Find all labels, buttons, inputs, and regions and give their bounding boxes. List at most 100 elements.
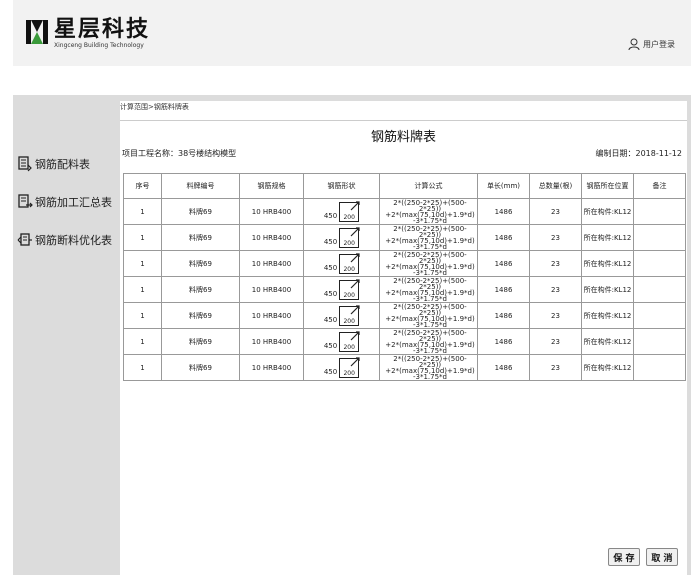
cell-note (633, 354, 686, 381)
cell-length: 1486 (477, 250, 530, 277)
formula-line: 2*((250-2*25)+(500-2*25)) (393, 328, 467, 343)
shape-length: 450 (323, 315, 338, 324)
cell-note (633, 250, 686, 277)
sidebar: 钢筋配料表 钢筋加工汇总表 钢筋断料优化表 (13, 145, 118, 259)
hook-bend-icon (350, 252, 360, 262)
formula-line: 2*((250-2*25)+(500-2*25)) (393, 302, 467, 317)
column-header: 钢筋所在位置 (581, 173, 634, 199)
hook-bend-icon (350, 226, 360, 236)
cell-tag: 料牌69 (161, 250, 240, 277)
formula-line: 2*((250-2*25)+(500-2*25)) (393, 354, 467, 369)
table-row: 1 料牌69 10 HRB400 450 200 2*((250-2*25)+(500-2… (123, 250, 686, 277)
cell-formula: 2*((250-2*25)+(500-2*25)) +2*(max(75,10d)… (379, 328, 478, 355)
shape-length: 450 (323, 367, 338, 376)
document-list-icon (18, 156, 32, 172)
formula-line: 2*((250-2*25)+(500-2*25)) (393, 198, 467, 213)
shape-length: 450 (323, 341, 338, 350)
cell-tag: 料牌69 (161, 224, 240, 251)
user-icon (628, 38, 640, 51)
cell-formula: 2*((250-2*25)+(500-2*25)) +2*(max(75,10d)… (379, 302, 478, 329)
cell-note (633, 276, 686, 303)
cell-length: 1486 (477, 224, 530, 251)
formula-line: 2*((250-2*25)+(500-2*25)) (393, 276, 467, 291)
cell-tag: 料牌69 (161, 198, 240, 225)
user-login-label: 用户登录 (643, 40, 675, 49)
cell-shape: 450 200 (303, 250, 380, 277)
sidebar-item-cutting-optimization[interactable]: 钢筋断料优化表 (13, 221, 118, 259)
shape-length: 450 (323, 263, 338, 272)
cell-formula: 2*((250-2*25)+(500-2*25)) +2*(max(75,10d)… (379, 224, 478, 251)
cell-formula: 2*((250-2*25)+(500-2*25)) +2*(max(75,10d)… (379, 250, 478, 277)
cell-spec: 10 HRB400 (239, 302, 304, 329)
cell-no: 1 (123, 198, 162, 225)
column-header: 单长(mm) (477, 173, 530, 199)
table-row: 1 料牌69 10 HRB400 450 200 2*((250-2*25)+(500-2… (123, 224, 686, 251)
brand-subtitle: Xingceng Building Technology (54, 42, 144, 49)
save-button[interactable]: 保 存 (608, 548, 640, 566)
table-row: 1 料牌69 10 HRB400 450 200 2*((250-2*25)+(500-2… (123, 276, 686, 303)
cell-length: 1486 (477, 354, 530, 381)
column-header: 序号 (123, 173, 162, 199)
cell-spec: 10 HRB400 (239, 224, 304, 251)
app-header: 星层科技 Xingceng Building Technology 用户登录 (13, 0, 691, 66)
cell-count: 23 (529, 198, 582, 225)
cell-count: 23 (529, 302, 582, 329)
formula-line: 2*((250-2*25)+(500-2*25)) (393, 224, 467, 239)
column-header: 备注 (633, 173, 686, 199)
cell-location: 所在构件:KL12 (581, 250, 634, 277)
sidebar-item-label: 钢筋断料优化表 (35, 234, 112, 247)
cell-no: 1 (123, 354, 162, 381)
column-header: 总数量(根) (529, 173, 582, 199)
cell-location: 所在构件:KL12 (581, 224, 634, 251)
sidebar-item-label: 钢筋加工汇总表 (35, 196, 112, 209)
cell-tag: 料牌69 (161, 354, 240, 381)
shape-diagram: 200 (339, 278, 360, 300)
cell-spec: 10 HRB400 (239, 328, 304, 355)
cell-spec: 10 HRB400 (239, 198, 304, 225)
hook-bend-icon (350, 304, 360, 314)
cell-shape: 450 200 (303, 276, 380, 303)
cell-note (633, 302, 686, 329)
column-header: 料牌编号 (161, 173, 240, 199)
shape-width: 200 (343, 369, 355, 377)
cell-shape: 450 200 (303, 328, 380, 355)
cell-location: 所在构件:KL12 (581, 276, 634, 303)
shape-diagram: 200 (339, 226, 360, 248)
cell-length: 1486 (477, 328, 530, 355)
compile-date: 编制日期：2018-11-12 (595, 149, 683, 158)
table-header-row: 序号 料牌编号 钢筋规格 钢筋形状 计算公式 单长(mm) 总数量(根) 钢筋所… (123, 173, 686, 199)
cell-no: 1 (123, 302, 162, 329)
breadcrumb: 计算范围>钢筋料牌表 (120, 103, 189, 111)
rebar-tag-panel: 钢筋料牌表 项目工程名称：38号楼结构模型 编制日期：2018-11-12 序号… (120, 120, 687, 575)
column-header: 钢筋规格 (239, 173, 304, 199)
cancel-button[interactable]: 取 消 (646, 548, 678, 566)
shape-length: 450 (323, 211, 338, 220)
sidebar-item-processing-summary[interactable]: 钢筋加工汇总表 (13, 183, 118, 221)
cell-count: 23 (529, 328, 582, 355)
rebar-tag-table: 序号 料牌编号 钢筋规格 钢筋形状 计算公式 单长(mm) 总数量(根) 钢筋所… (123, 173, 686, 381)
cell-spec: 10 HRB400 (239, 276, 304, 303)
cell-count: 23 (529, 354, 582, 381)
table-row: 1 料牌69 10 HRB400 450 200 2*((250-2*25)+(500-2… (123, 328, 686, 355)
hook-bend-icon (350, 278, 360, 288)
shape-width: 200 (343, 265, 355, 273)
brand-name: 星层科技 (54, 17, 151, 42)
sidebar-item-batching-table[interactable]: 钢筋配料表 (13, 145, 118, 183)
cell-tag: 料牌69 (161, 302, 240, 329)
cell-formula: 2*((250-2*25)+(500-2*25)) +2*(max(75,10d)… (379, 198, 478, 225)
shape-diagram: 200 (339, 304, 360, 326)
table-row: 1 料牌69 10 HRB400 450 200 2*((250-2*25)+(500-2… (123, 302, 686, 329)
shape-diagram: 200 (339, 356, 360, 378)
cell-no: 1 (123, 224, 162, 251)
cell-count: 23 (529, 250, 582, 277)
hook-bend-icon (350, 356, 360, 366)
cell-formula: 2*((250-2*25)+(500-2*25)) +2*(max(75,10d)… (379, 354, 478, 381)
shape-width: 200 (343, 317, 355, 325)
cell-no: 1 (123, 276, 162, 303)
cell-count: 23 (529, 224, 582, 251)
cell-location: 所在构件:KL12 (581, 328, 634, 355)
cell-spec: 10 HRB400 (239, 354, 304, 381)
user-login-link[interactable]: 用户登录 (628, 38, 675, 51)
cell-length: 1486 (477, 198, 530, 225)
shape-width: 200 (343, 291, 355, 299)
